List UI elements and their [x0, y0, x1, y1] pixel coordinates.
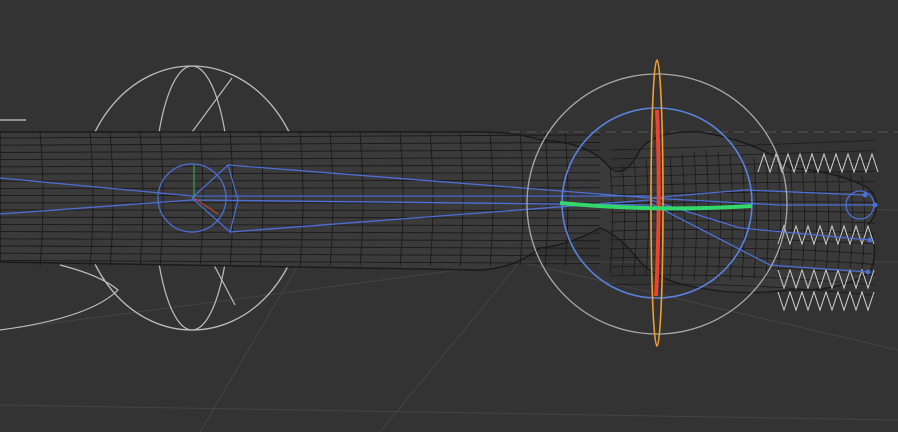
finger-control-spikes[interactable]: [777, 290, 875, 312]
mesh-edge-loop: [0, 187, 601, 189]
grid-line: [199, 261, 301, 432]
viewport-canvas[interactable]: [0, 0, 898, 432]
3d-viewport[interactable]: [0, 0, 898, 432]
bone-tip[interactable]: [865, 269, 871, 275]
bone-tip[interactable]: [867, 237, 873, 243]
grid-line: [379, 261, 521, 432]
arm-mesh[interactable]: [0, 131, 878, 296]
grid-line: [0, 261, 521, 331]
grid-line: [0, 404, 898, 421]
arm-mesh-outline[interactable]: [0, 131, 878, 294]
